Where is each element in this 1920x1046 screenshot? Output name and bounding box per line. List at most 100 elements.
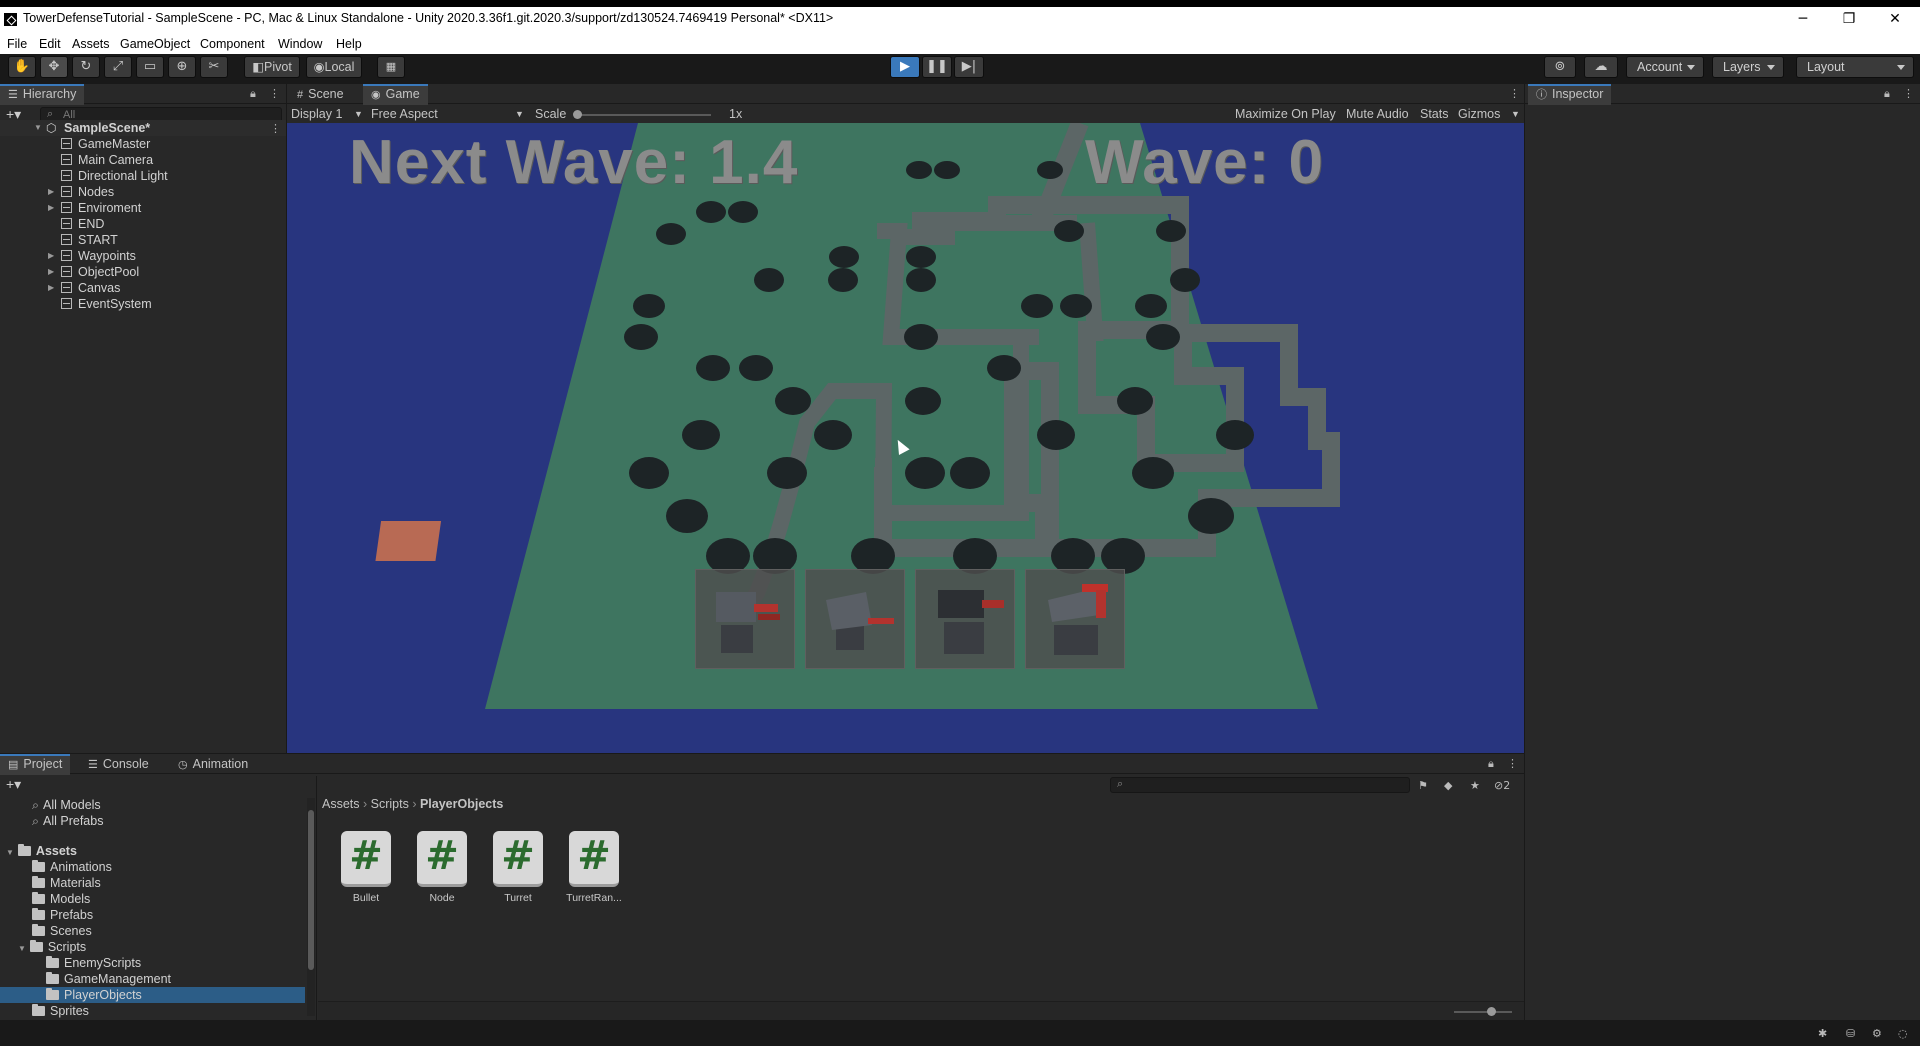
create-asset-button[interactable]: +▾ <box>6 776 21 793</box>
transform-tool-icon[interactable]: ⊕ <box>168 56 196 78</box>
rect-tool-icon[interactable]: ▭ <box>136 56 164 78</box>
folder-materials[interactable]: Materials <box>32 875 101 891</box>
gizmos-toggle[interactable]: Gizmos <box>1458 107 1500 121</box>
hierarchy-item-directional-light[interactable]: Directional Light <box>0 168 286 184</box>
tab-game[interactable]: ◉ Game <box>363 84 428 105</box>
more-options-icon[interactable]: ⋮ <box>1507 757 1518 770</box>
filter-type-icon[interactable]: ⚑ <box>1418 779 1428 792</box>
debug-icon[interactable]: ⚙ <box>1872 1027 1882 1040</box>
scale-slider[interactable] <box>573 110 711 119</box>
minimize-button[interactable]: ─ <box>1780 8 1826 32</box>
lock-icon[interactable]: 🔒︎ <box>1488 757 1494 771</box>
folder-assets[interactable]: ▼ Assets <box>6 843 77 859</box>
lock-icon[interactable]: 🔒︎ <box>1884 87 1890 101</box>
folder-models[interactable]: Models <box>32 891 90 907</box>
pause-button[interactable]: ❚❚ <box>922 56 952 78</box>
display-dropdown[interactable]: Display 1 <box>291 107 342 121</box>
tab-animation[interactable]: ◷ Animation <box>170 754 256 775</box>
expand-arrow-icon[interactable]: ▼ <box>18 944 26 953</box>
menu-gameobject[interactable]: GameObject <box>120 37 190 51</box>
hierarchy-item-start[interactable]: START <box>0 232 286 248</box>
scene-root-row[interactable]: ▼ ⬡ SampleScene* ⋮ <box>0 120 286 136</box>
display-dropdown-arrow-icon[interactable]: ▼ <box>354 109 363 119</box>
aspect-dropdown[interactable]: Free Aspect <box>371 107 438 121</box>
hidden-packages-icon[interactable]: ⊘2 <box>1494 779 1510 792</box>
aspect-dropdown-arrow-icon[interactable]: ▼ <box>515 109 524 119</box>
scale-slider-thumb[interactable] <box>573 110 582 119</box>
favorite-all-models[interactable]: ⌕ All Models <box>32 797 101 813</box>
folder-gamemanagement[interactable]: GameManagement <box>46 971 171 987</box>
folder-scenes[interactable]: Scenes <box>32 923 92 939</box>
filter-label-icon[interactable]: ◆ <box>1444 779 1452 792</box>
script-turret-icon[interactable]: # <box>493 831 543 887</box>
hierarchy-item-main-camera[interactable]: Main Camera <box>0 152 286 168</box>
tab-scene[interactable]: # Scene <box>289 84 352 105</box>
collapsed-arrow-icon[interactable]: ▶ <box>48 264 54 280</box>
local-toggle[interactable]: ◉Local <box>306 56 362 78</box>
pivot-toggle[interactable]: ◧Pivot <box>244 56 300 78</box>
cache-server-icon[interactable]: ⛁ <box>1846 1027 1855 1040</box>
hierarchy-item-end[interactable]: END <box>0 216 286 232</box>
account-dropdown[interactable]: Account <box>1626 56 1704 78</box>
layers-dropdown[interactable]: Layers <box>1712 56 1784 78</box>
shop-turret-missile[interactable] <box>805 569 905 669</box>
move-tool-icon[interactable]: ✥ <box>40 56 68 78</box>
menu-help[interactable]: Help <box>336 37 362 51</box>
folder-sprites[interactable]: Sprites <box>32 1003 89 1019</box>
game-viewport[interactable]: Next Wave: 1.4 Wave: 0 <box>287 123 1524 753</box>
breadcrumb-assets[interactable]: Assets <box>322 797 360 811</box>
project-search-input[interactable]: ⌕ <box>1110 777 1410 793</box>
favorite-star-icon[interactable]: ★ <box>1470 779 1480 792</box>
tab-hierarchy[interactable]: ☰ Hierarchy <box>0 84 85 105</box>
grid-snap-icon[interactable]: ▦ <box>377 56 405 78</box>
more-options-icon[interactable]: ⋮ <box>1903 87 1914 100</box>
breadcrumb-playerobjects[interactable]: PlayerObjects <box>420 797 503 811</box>
tab-project[interactable]: ▤ Project <box>0 754 71 775</box>
folder-scripts[interactable]: ▼ Scripts <box>18 939 86 955</box>
hierarchy-item-nodes[interactable]: ▶ Nodes <box>0 184 286 200</box>
hierarchy-item-canvas[interactable]: ▶ Canvas <box>0 280 286 296</box>
scale-tool-icon[interactable]: ⤢ <box>104 56 132 78</box>
bug-icon[interactable]: ✱ <box>1818 1027 1827 1040</box>
expand-arrow-icon[interactable]: ▼ <box>6 848 14 857</box>
menu-window[interactable]: Window <box>278 37 322 51</box>
expand-arrow-icon[interactable]: ▼ <box>34 120 42 136</box>
collab-icon[interactable]: ⊚ <box>1544 56 1576 78</box>
more-options-icon[interactable]: ⋮ <box>1509 87 1520 100</box>
folder-animations[interactable]: Animations <box>32 859 112 875</box>
hand-tool-icon[interactable]: ✋ <box>8 56 36 78</box>
hierarchy-item-objectpool[interactable]: ▶ ObjectPool <box>0 264 286 280</box>
collapsed-arrow-icon[interactable]: ▶ <box>48 184 54 200</box>
lock-icon[interactable]: 🔒︎ <box>250 87 256 101</box>
tab-inspector[interactable]: ⓘ Inspector <box>1528 84 1612 105</box>
collapsed-arrow-icon[interactable]: ▶ <box>48 200 54 216</box>
script-bullet-icon[interactable]: # <box>341 831 391 887</box>
shop-turret-heavy[interactable] <box>1025 569 1125 669</box>
tree-scrollbar-thumb[interactable] <box>308 810 314 970</box>
menu-edit[interactable]: Edit <box>39 37 61 51</box>
play-button[interactable]: ▶ <box>890 56 920 78</box>
stats-toggle[interactable]: Stats <box>1420 107 1449 121</box>
maximize-on-play-toggle[interactable]: Maximize On Play <box>1235 107 1336 121</box>
script-turretrange-icon[interactable]: # <box>569 831 619 887</box>
splitter[interactable] <box>316 776 317 1020</box>
shop-turret-standard[interactable] <box>695 569 795 669</box>
script-node-icon[interactable]: # <box>417 831 467 887</box>
gizmos-dropdown-arrow-icon[interactable]: ▼ <box>1511 109 1520 119</box>
step-button[interactable]: ▶| <box>954 56 984 78</box>
rotate-tool-icon[interactable]: ↻ <box>72 56 100 78</box>
scene-menu-icon[interactable]: ⋮ <box>270 121 281 137</box>
hierarchy-item-gamemaster[interactable]: GameMaster <box>0 136 286 152</box>
icon-size-slider[interactable] <box>1454 1007 1512 1016</box>
tree-scrollbar[interactable] <box>307 798 315 1016</box>
collapsed-arrow-icon[interactable]: ▶ <box>48 248 54 264</box>
breadcrumb-scripts[interactable]: Scripts <box>371 797 409 811</box>
auto-refresh-icon[interactable]: ◌ <box>1898 1027 1908 1040</box>
close-button[interactable]: ✕ <box>1872 8 1918 32</box>
layout-dropdown[interactable]: Layout <box>1796 56 1914 78</box>
menu-file[interactable]: File <box>7 37 27 51</box>
more-options-icon[interactable]: ⋮ <box>269 87 280 100</box>
menu-component[interactable]: Component <box>200 37 265 51</box>
favorite-all-prefabs[interactable]: ⌕ All Prefabs <box>32 813 103 829</box>
cloud-icon[interactable]: ☁ <box>1584 56 1618 78</box>
